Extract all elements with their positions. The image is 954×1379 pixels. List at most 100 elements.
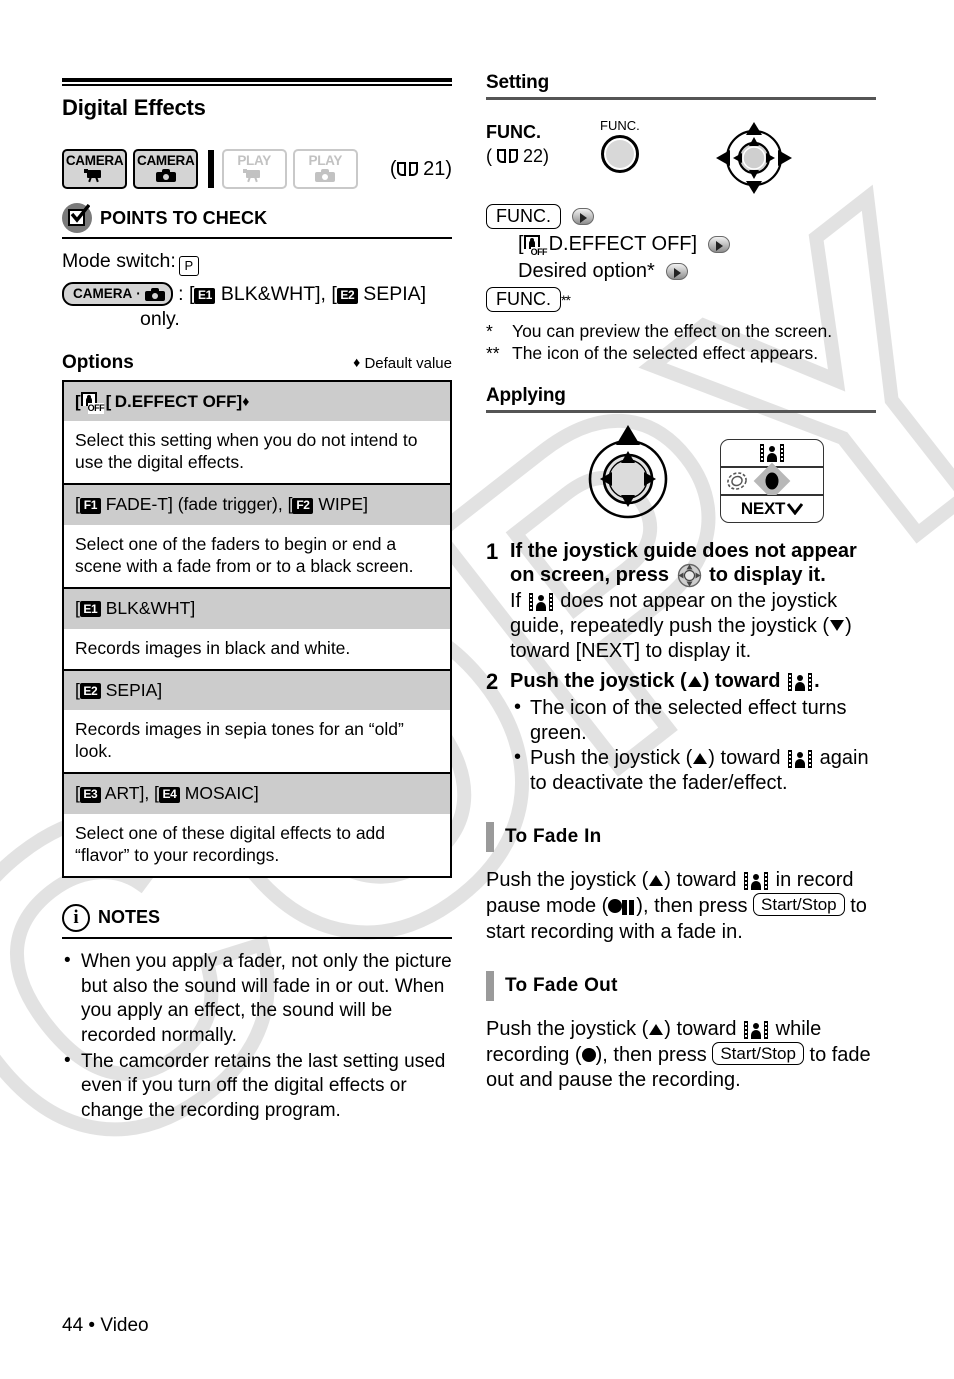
- effect-chip-f1: F1: [79, 497, 101, 514]
- option-description: Records images in black and white.: [63, 628, 451, 670]
- list-item: Push the joystick () toward again to dea…: [510, 745, 876, 796]
- d-effect-off-icon: OFF: [523, 235, 548, 257]
- notes-rule: [62, 936, 452, 939]
- effect-label-sepia: SEPIA: [363, 283, 421, 306]
- step-2-bullets: The icon of the selected effect turns gr…: [510, 695, 876, 796]
- table-row-desc-blkwht: Records images in black and white.: [63, 628, 451, 670]
- footnote-marker: **: [486, 343, 500, 364]
- guide-row-next[interactable]: NEXT: [720, 494, 824, 523]
- badge-divider: [208, 150, 214, 188]
- mode-switch-label: Mode switch:: [62, 250, 176, 272]
- guide-next-label: NEXT: [740, 498, 786, 518]
- step-lead-text-2: ) toward: [702, 670, 781, 693]
- page-title: Digital Effects: [62, 95, 206, 120]
- setting-title: Setting: [486, 72, 549, 93]
- func-button[interactable]: [600, 135, 639, 173]
- step-lead-text-3: .: [814, 670, 820, 693]
- table-row-desc-art-mosaic: Select one of these digital effects to a…: [63, 814, 451, 877]
- book-icon: [396, 161, 418, 177]
- effect-label-art: ART], [: [104, 783, 159, 804]
- options-label: Options: [62, 352, 134, 374]
- list-item: When you apply a fader, not only the pic…: [62, 949, 452, 1049]
- func-sequence: FUNC. [ OFF D.EFFECT OFF] Desired option…: [486, 204, 876, 312]
- func-page-number: 22): [523, 146, 550, 166]
- digital-effects-film-icon: [744, 1020, 769, 1039]
- book-icon: [497, 148, 519, 164]
- page-reference-number: 21: [423, 157, 446, 180]
- start-stop-button[interactable]: Start/Stop: [753, 892, 845, 916]
- func-button-group[interactable]: FUNC.: [600, 118, 640, 173]
- effect-label-fade-t: FADE-T] (fade trigger), [: [105, 494, 293, 515]
- shutter-icon: [725, 471, 750, 491]
- table-row-header-sepia: [E2 SEPIA]: [63, 668, 451, 711]
- mode-badge-camera-photo: CAMERA: [133, 149, 199, 189]
- fade-out-text-2: ) toward: [664, 1017, 737, 1040]
- arrow-down-icon: [830, 620, 845, 632]
- func-menu-button[interactable]: FUNC.: [486, 287, 561, 312]
- func-label: FUNC.: [486, 122, 541, 142]
- record-diamond-icon: [753, 462, 791, 500]
- arrow-right-icon: [572, 208, 594, 225]
- table-row-header-deffect-off: [ OFF [ D.EFFECT OFF]♦: [63, 381, 451, 422]
- step-lead-text: Push the joystick (: [510, 670, 687, 693]
- footnote-text: You can preview the effect on the screen…: [512, 321, 833, 341]
- right-column: Setting FUNC. ( 22) FUNC. FUNC. [OFF D.…: [486, 72, 876, 1093]
- effect-label-blkwht: BLK&WHT]: [105, 597, 196, 618]
- mode-badge-play-video: PLAY: [221, 149, 287, 189]
- mode-badge-label: PLAY: [308, 152, 343, 168]
- sequence-step-deffect-off: [ OFF D.EFFECT OFF]: [486, 233, 876, 257]
- mode-badge-label: CAMERA: [65, 152, 124, 168]
- footnote-single: * You can preview the effect on the scre…: [486, 320, 876, 342]
- option-description: Records images in sepia tones for an “ol…: [63, 710, 451, 774]
- footnotes: * You can preview the effect on the scre…: [486, 320, 876, 365]
- notes-header: i NOTES: [62, 903, 452, 932]
- points-to-check-header: POINTS TO CHECK: [62, 203, 452, 233]
- camcorder-icon: [83, 169, 106, 184]
- sequence-step-func-close: FUNC. **: [486, 287, 876, 312]
- photo-camera-icon: [144, 288, 165, 302]
- left-column: Digital Effects CAMERA CAMERA PLAY PLAY …: [62, 78, 452, 1125]
- guide-row-record[interactable]: [720, 462, 824, 500]
- default-marker: ♦: [242, 393, 250, 410]
- digital-effects-film-icon: [788, 673, 813, 692]
- checkmark-icon: [62, 203, 92, 233]
- func-menu-button[interactable]: FUNC.: [486, 204, 561, 229]
- notes-title: NOTES: [98, 907, 161, 928]
- arrow-up-icon: [693, 752, 708, 764]
- effect-chip-e1: E1: [79, 601, 101, 618]
- to-fade-out-header: To Fade Out: [486, 970, 876, 1001]
- effect-chip-e4: E4: [158, 786, 180, 803]
- func-button-caption: FUNC.: [600, 118, 640, 133]
- restriction-only: only.: [140, 308, 180, 331]
- sequence-step-desired-option: Desired option*: [486, 260, 876, 283]
- title-rule-mid: [62, 84, 452, 86]
- arrow-up-icon: [687, 676, 702, 688]
- d-effect-off-icon: OFF: [80, 392, 105, 415]
- sequence-label-deffect-off: D.EFFECT OFF]: [548, 233, 698, 255]
- applying-diagram: NEXT: [486, 421, 876, 533]
- start-stop-button[interactable]: Start/Stop: [712, 1041, 804, 1065]
- footnote-double: ** The icon of the selected effect appea…: [486, 342, 876, 364]
- camera-photo-pill: CAMERA ·: [62, 282, 173, 306]
- mode-badge-label: CAMERA: [137, 152, 195, 168]
- func-diagram: FUNC. ( 22) FUNC.: [486, 116, 876, 200]
- paren-open: (: [486, 146, 492, 166]
- effect-label-sepia: SEPIA]: [105, 679, 163, 700]
- points-to-check-title: POINTS TO CHECK: [100, 207, 268, 228]
- section-marker-bar: [486, 821, 494, 852]
- photo-camera-icon: [155, 169, 176, 184]
- arrow-up-icon: [649, 1023, 664, 1035]
- camcorder-icon: [243, 169, 265, 184]
- check-glyph: [70, 204, 90, 223]
- fade-in-text-4: ), then press: [636, 894, 748, 917]
- photo-camera-icon: [315, 169, 336, 184]
- bullet-text: Push the joystick (: [530, 746, 693, 769]
- default-value-text: Default value: [364, 355, 452, 373]
- footnote-text: The icon of the selected effect appears.: [512, 343, 819, 364]
- table-row-header-art-mosaic: [E3 ART], [E4 MOSAIC]: [63, 772, 451, 815]
- pill-dot: ·: [136, 286, 141, 302]
- footnote-marker: **: [561, 291, 571, 308]
- joystick-icon: [677, 563, 702, 588]
- footer-separator: •: [88, 1315, 96, 1336]
- applying-steps: 1 If the joystick guide does not appear …: [486, 539, 876, 796]
